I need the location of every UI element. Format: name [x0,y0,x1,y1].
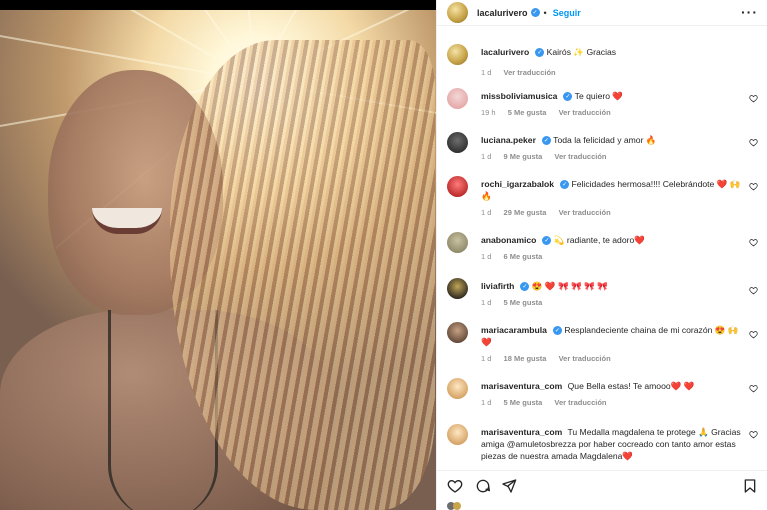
commenter-avatar[interactable] [447,424,468,445]
translate-link[interactable]: Ver traducción [504,68,556,77]
comment-time[interactable]: 1 d [481,354,491,363]
comment-meta: 1 d 6 Me gusta [481,252,552,261]
post-header: lacalurivero ✓ • Seguir ··· [437,0,767,26]
action-bar [437,470,767,500]
comment-meta: 1 d 18 Me gusta Ver traducción [481,354,621,363]
heart-icon[interactable] [749,286,758,295]
comment-icon[interactable] [475,478,491,494]
comment-username[interactable]: lacalurivero [481,47,529,57]
comment-likes[interactable]: 29 Me gusta [504,208,547,217]
comment-username[interactable]: missboliviamusica [481,91,557,101]
heart-icon[interactable] [447,478,463,494]
comment-username[interactable]: mariacarambula [481,325,547,335]
comment-meta: 1 d 9 Me gusta Ver traducción [481,152,617,161]
comment-body: Que Bella estas! Te amooo❤️ ❤️ [567,381,695,391]
heart-icon[interactable] [749,384,758,393]
verified-icon: ✓ [542,236,552,246]
share-icon[interactable] [501,478,517,494]
commenter-avatar[interactable] [447,232,468,253]
comment-username[interactable]: anabonamico [481,235,536,245]
comment-meta: 1 d 5 Me gusta Ver traducción [481,398,617,407]
translate-link[interactable]: Ver traducción [554,152,606,161]
translate-link[interactable]: Ver traducción [554,398,606,407]
comment-meta: 19 h 5 Me gusta Ver traducción [481,108,621,117]
comment-username[interactable]: liviafirth [481,281,514,291]
comment-likes[interactable]: 18 Me gusta [504,354,547,363]
translate-link[interactable]: Ver traducción [559,108,611,117]
comment-text: luciana.peker ✓ Toda la felicidad y amor … [481,134,743,146]
author-username[interactable]: lacalurivero [477,8,528,18]
heart-icon[interactable] [749,94,758,103]
commenter-avatar[interactable] [447,378,468,399]
commenter-avatar[interactable] [447,322,468,343]
commenter-avatar[interactable] [447,88,468,109]
top-black-bar [0,0,436,10]
comment-text: marisaventura_com Tu Medalla magdalena t… [481,426,743,462]
verified-icon: ✓ [552,326,562,336]
liked-by-avatars [437,500,767,510]
comments-panel: lacalurivero ✓ • Seguir ··· lacalurivero… [436,0,767,510]
comment-time[interactable]: 1 d [481,68,491,77]
comment-time[interactable]: 1 d [481,208,491,217]
heart-icon[interactable] [749,238,758,247]
comment-meta: 1 d 29 Me gusta Ver traducción [481,208,621,217]
comment-text: mariacarambula ✓ Resplandeciente chaina d… [481,324,743,348]
comment-username[interactable]: luciana.peker [481,135,536,145]
heart-icon[interactable] [749,430,758,439]
translate-link[interactable]: Ver traducción [559,354,611,363]
comment-likes[interactable]: 5 Me gusta [508,108,547,117]
verified-icon: ✓ [520,282,530,292]
commenter-avatar[interactable] [447,278,468,299]
heart-icon[interactable] [749,138,758,147]
comment-likes[interactable]: 5 Me gusta [504,298,543,307]
comment-body: 💫 radiante, te adoro❤️ [553,235,645,245]
follow-button[interactable]: Seguir [553,8,581,18]
heart-icon[interactable] [749,182,758,191]
separator-dot: • [543,7,547,18]
commenter-avatar[interactable] [447,132,468,153]
verified-icon: ✓ [530,8,540,17]
translate-link[interactable]: Ver traducción [559,208,611,217]
comment-meta: 1 d 5 Me gusta [481,298,552,307]
comment-body: Toda la felicidad y amor 🔥 [553,135,657,145]
liker-avatar[interactable] [453,502,461,510]
comment-text: marisaventura_com Que Bella estas! Te am… [481,380,743,392]
author-avatar[interactable] [447,44,468,65]
comment-text: liviafirth ✓ 😍 ❤️ 🎀 🎀 🎀 🎀 [481,280,743,292]
more-options-icon[interactable]: ··· [741,4,758,20]
caption-text: lacalurivero ✓ Kairós ✨ Gracias [481,46,743,58]
comment-body: Te quiero ❤️ [574,91,624,101]
comment-username[interactable]: marisaventura_com [481,381,562,391]
comment-time[interactable]: 1 d [481,298,491,307]
author-avatar[interactable] [447,2,468,23]
save-icon[interactable] [742,478,758,494]
comment-text: missboliviamusica ✓ Te quiero ❤️ [481,90,743,102]
comment-text: rochi_igarzabalok ✓ Felicidades hermosa!!… [481,178,743,202]
comment-likes[interactable]: 6 Me gusta [504,252,543,261]
comment-body: 😍 ❤️ 🎀 🎀 🎀 🎀 [531,281,608,291]
verified-icon: ✓ [535,48,545,58]
comment-time[interactable]: 19 h [481,108,496,117]
comment-time[interactable]: 1 d [481,252,491,261]
verified-icon: ✓ [560,180,570,190]
comment-username[interactable]: marisaventura_com [481,427,562,437]
comment-username[interactable]: rochi_igarzabalok [481,179,554,189]
comment-time[interactable]: 1 d [481,152,491,161]
comment-meta: 1 d Ver traducción [481,68,566,77]
comment-likes[interactable]: 5 Me gusta [504,398,543,407]
comment-time[interactable]: 1 d [481,398,491,407]
heart-icon[interactable] [749,330,758,339]
commenter-avatar[interactable] [447,176,468,197]
comment-text: anabonamico ✓ 💫 radiante, te adoro❤️ [481,234,743,246]
comment-body: Kairós ✨ Gracias [546,47,617,57]
verified-icon: ✓ [541,136,551,146]
verified-icon: ✓ [563,92,573,102]
post-photo[interactable] [0,10,436,510]
comment-likes[interactable]: 9 Me gusta [504,152,543,161]
